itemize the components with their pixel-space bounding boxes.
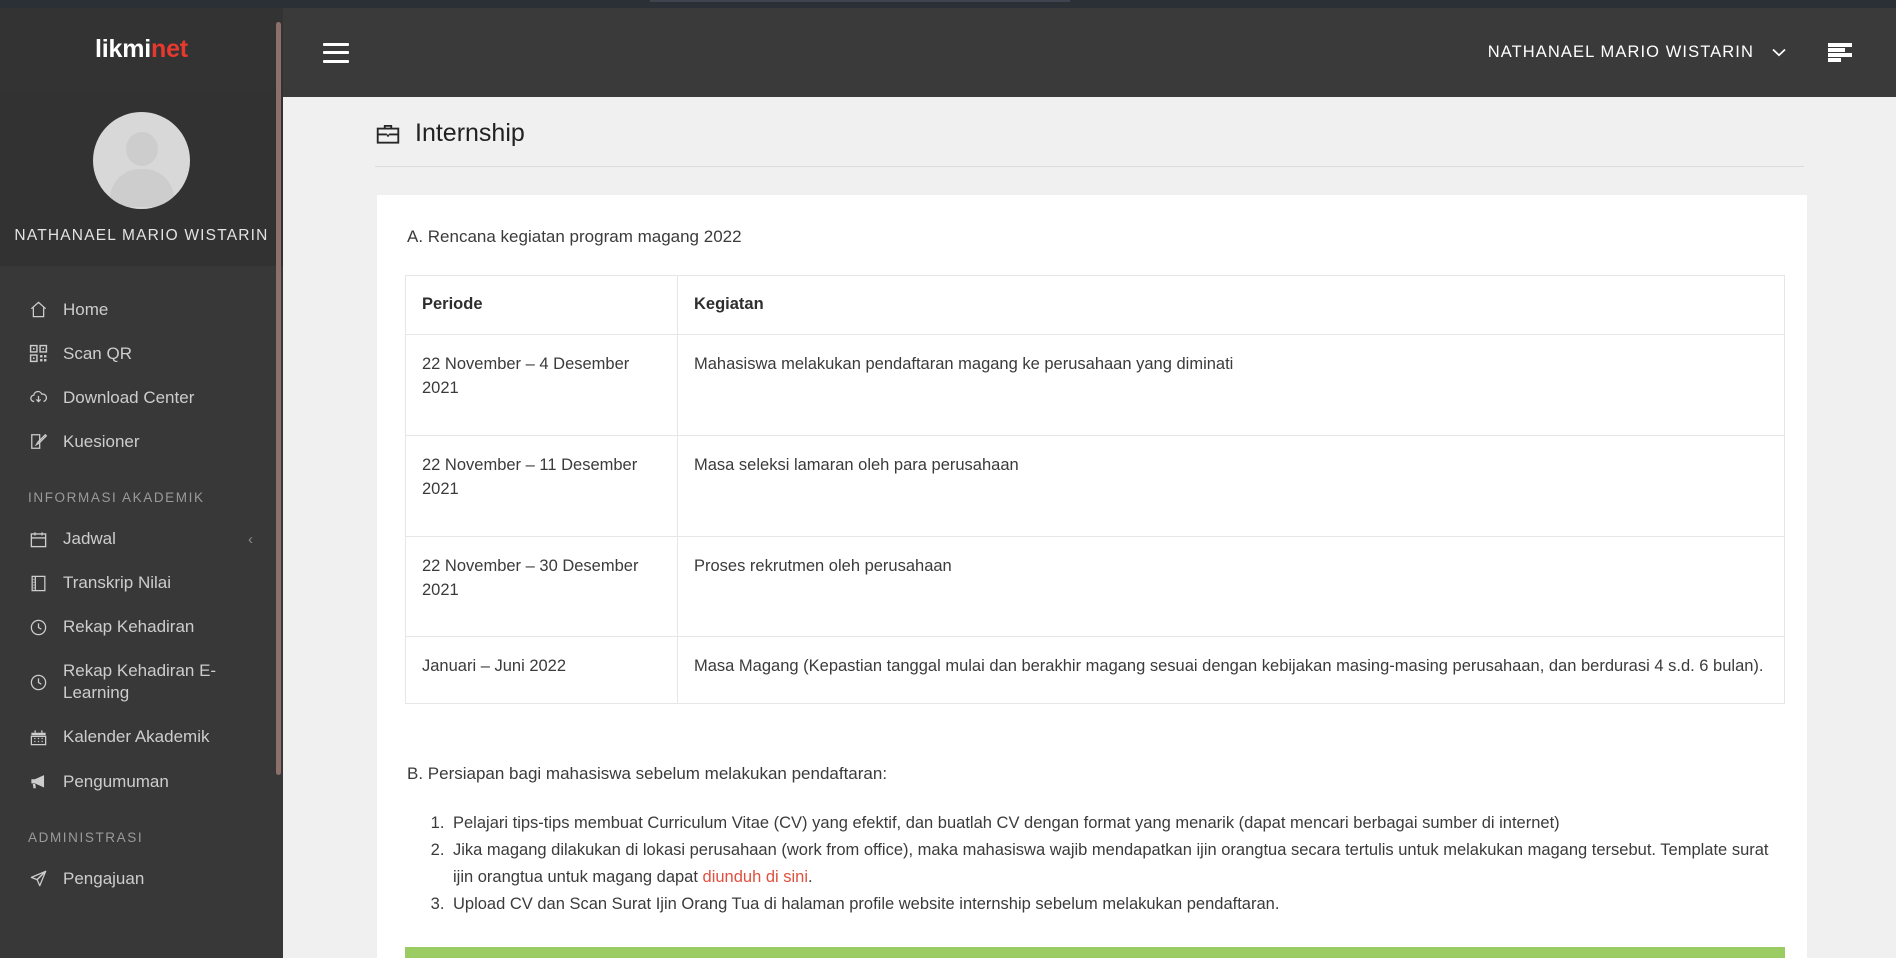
sidebar-profile: NATHANAEL MARIO WISTARIN [0,90,283,266]
calendar-grid-icon [28,727,49,748]
sidebar-item-label: Download Center [63,387,195,407]
browser-top-strip [0,0,1896,8]
user-menu[interactable]: NATHANAEL MARIO WISTARIN [1488,43,1786,62]
sidebar-item-label: Pengumuman [63,771,169,791]
sidebar-item-label: Rekap Kehadiran [63,617,195,637]
sidebar-item-home[interactable]: Home [0,288,283,332]
table-body: 22 November – 4 Desember 2021 Mahasiswa … [405,333,1785,705]
avatar [93,112,190,209]
sidebar-item-kalender-akademik[interactable]: Kalender Akademik [0,715,283,759]
list-item: Pelajari tips-tips membuat Curriculum Vi… [449,810,1779,837]
table-row: 22 November – 11 Desember 2021 Masa sele… [405,434,1785,537]
clock-icon [28,672,49,693]
briefcase-icon [375,121,401,147]
section-a-label: A. Rencana kegiatan program magang 2022 [407,227,742,246]
cell-periode: 22 November – 30 Desember 2021 [405,535,678,638]
sidebar-item-label: Scan QR [63,343,132,363]
sidebar: likminet NATHANAEL MARIO WISTARIN Home S… [0,8,283,958]
cell-periode: 22 November – 4 Desember 2021 [405,333,678,436]
section-b-label: B. Persiapan bagi mahasiswa sebelum mela… [407,764,888,784]
column-header-kegiatan: Kegiatan [677,275,1785,335]
app-shell: likminet NATHANAEL MARIO WISTARIN Home S… [0,8,1896,958]
sidebar-group-administrasi: ADMINISTRASI [28,829,144,845]
browser-tab-edge [650,0,1070,2]
table-row: Januari – Juni 2022 Masa Magang (Kepasti… [405,636,1785,705]
sidebar-item-rekap-kehadiran-elearning[interactable]: Rekap Kehadiran E-Learning [0,649,283,715]
sidebar-item-rekap-kehadiran[interactable]: Rekap Kehadiran [0,605,283,649]
sidebar-item-pengajuan[interactable]: Pengajuan [0,857,283,901]
calendar-icon [28,529,49,550]
table-header-row: Periode Kegiatan [405,275,1785,335]
sidebar-nav: Home Scan QR Download Center Kuesioner I… [0,266,283,901]
brand-accent: net [151,34,188,63]
brand-text: likminet [95,35,188,64]
paper-plane-icon [28,868,49,889]
topbar: NATHANAEL MARIO WISTARIN [283,8,1896,97]
table-row: 22 November – 4 Desember 2021 Mahasiswa … [405,333,1785,436]
megaphone-icon [28,771,49,792]
sidebar-item-kuesioner[interactable]: Kuesioner [0,420,283,464]
list-item-text-after-link: . [808,867,813,886]
sidebar-item-pengumuman[interactable]: Pengumuman [0,760,283,804]
table-head: Periode Kegiatan [405,275,1785,335]
book-icon [28,573,49,594]
cell-kegiatan: Mahasiswa melakukan pendaftaran magang k… [677,333,1785,436]
page-header: Internship [283,97,1896,148]
cell-kegiatan: Masa seleksi lamaran oleh para perusahaa… [677,434,1785,537]
continue-to-internship-button[interactable]: KLIK UNTUK MELANJUTKAN KE HALAMAN INTERN… [405,947,1785,958]
brand-light: likmi [95,34,152,63]
qr-code-icon [28,343,49,364]
list-item: Upload CV dan Scan Surat Ijin Orang Tua … [449,891,1779,918]
sidebar-scrollbar-thumb[interactable] [276,22,281,775]
cell-kegiatan: Proses rekrutmen oleh perusahaan [677,535,1785,638]
brand-logo[interactable]: likminet [0,8,283,90]
rencana-kegiatan-table: Periode Kegiatan 22 November – 4 Desembe… [405,275,1785,705]
cell-periode: Januari – Juni 2022 [405,636,678,705]
tasks-list-icon[interactable] [1828,42,1852,63]
cloud-download-icon [28,387,49,408]
home-icon [28,299,49,320]
edit-square-icon [28,431,49,452]
download-template-link[interactable]: diunduh di sini [703,868,809,886]
sidebar-item-label: Rekap Kehadiran E-Learning [63,661,217,703]
sidebar-item-label: Pengajuan [63,868,145,888]
main-content: Internship A. Rencana kegiatan program m… [283,97,1896,958]
sidebar-item-label: Transkrip Nilai [63,573,172,593]
chevron-down-icon [1772,45,1786,60]
sidebar-item-scan-qr[interactable]: Scan QR [0,332,283,376]
profile-name: NATHANAEL MARIO WISTARIN [14,227,269,244]
list-item-text-before-link: Jika magang dilakukan di lokasi perusaha… [453,841,1769,886]
sidebar-item-label: Kuesioner [63,431,140,451]
sidebar-item-transkrip-nilai[interactable]: Transkrip Nilai [0,561,283,605]
sidebar-item-label: Home [63,299,109,319]
cell-kegiatan: Masa Magang (Kepastian tanggal mulai dan… [677,636,1785,705]
user-menu-label: NATHANAEL MARIO WISTARIN [1487,43,1754,61]
chevron-left-icon: ‹ [248,530,253,548]
sidebar-item-label: Jadwal [63,528,116,548]
cell-periode: 22 November – 11 Desember 2021 [405,434,678,537]
persiapan-list: Pelajari tips-tips membuat Curriculum Vi… [449,810,1779,917]
clock-icon [28,617,49,638]
sidebar-item-jadwal[interactable]: Jadwal ‹ [0,517,283,561]
sidebar-group-informasi-akademik: INFORMASI AKADEMIK [28,489,205,505]
hamburger-menu-icon[interactable] [323,42,349,63]
column-header-periode: Periode [405,275,678,335]
internship-card: A. Rencana kegiatan program magang 2022 … [377,195,1807,958]
table-row: 22 November – 30 Desember 2021 Proses re… [405,535,1785,638]
list-item: Jika magang dilakukan di lokasi perusaha… [449,837,1779,890]
sidebar-item-download-center[interactable]: Download Center [0,376,283,420]
sidebar-item-label: Kalender Akademik [63,727,210,747]
page-header-divider [375,166,1804,167]
page-title: Internship [415,119,525,147]
